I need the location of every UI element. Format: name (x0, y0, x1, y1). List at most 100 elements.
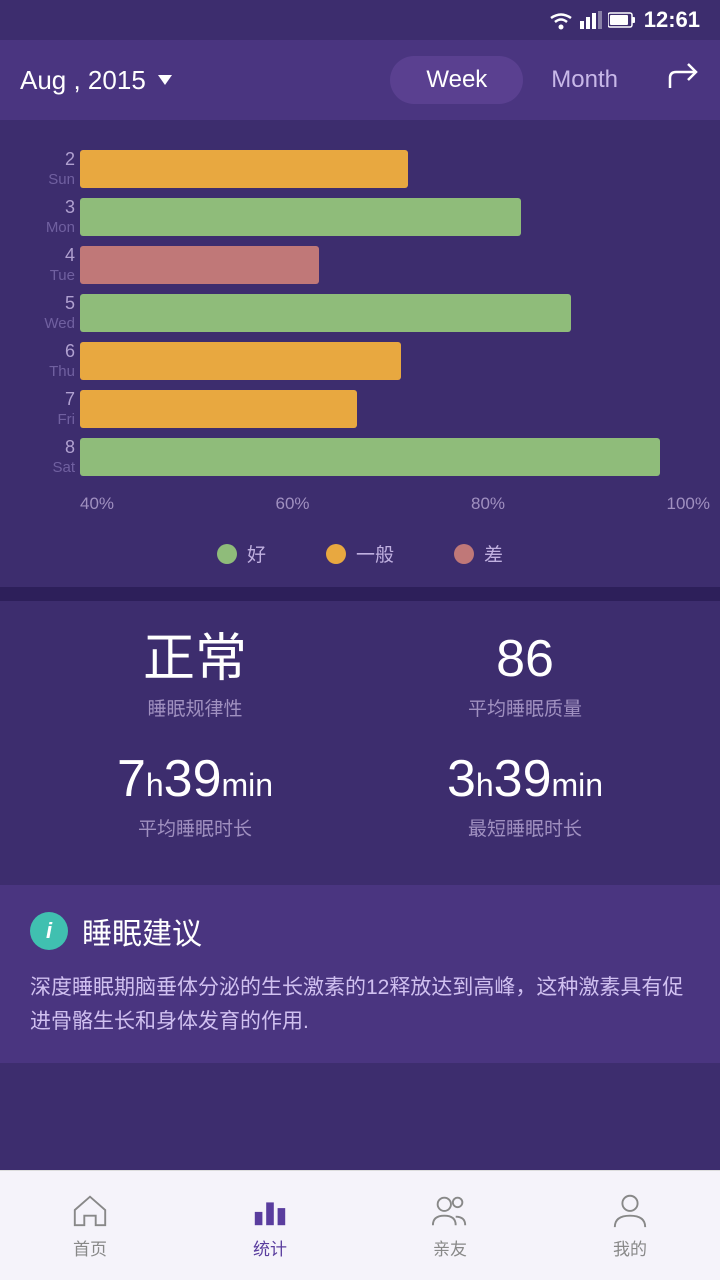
min-min-unit: min (552, 767, 604, 803)
stat-quality-value: 86 (370, 631, 680, 688)
status-time: 12:61 (644, 7, 700, 33)
bar-row-sun: 2 Sun (80, 150, 710, 188)
status-icons (548, 10, 636, 30)
nav-stats-label: 统计 (253, 1235, 287, 1260)
stats-section: 正常 睡眠规律性 86 平均睡眠质量 7h39min 平均睡眠时长 3h39mi… (0, 601, 720, 871)
nav-profile[interactable]: 我的 (540, 1191, 720, 1260)
x-axis: 40% 60% 80% 100% (80, 486, 710, 514)
min-h-unit: h (476, 767, 494, 803)
bottom-nav: 首页 统计 亲友 我的 (0, 1170, 720, 1280)
dropdown-arrow-icon[interactable] (158, 75, 172, 85)
x-label-100: 100% (667, 494, 710, 514)
bar-fill-tue (80, 246, 319, 284)
legend-bad: 差 (454, 540, 503, 567)
stat-min-duration-value: 3h39min (370, 751, 680, 808)
bar-label-thu: 6 Thu (5, 341, 75, 381)
bar-track-mon (80, 198, 710, 236)
avg-min-unit: min (222, 767, 274, 803)
stat-min-duration-label: 最短睡眠时长 (370, 814, 680, 841)
stat-quality: 86 平均睡眠质量 (370, 631, 680, 721)
info-icon: i (30, 912, 68, 950)
bar-label-tue: 4 Tue (5, 245, 75, 285)
chart-section: 2 Sun 3 Mon (0, 120, 720, 587)
chart-area: 2 Sun 3 Mon (0, 140, 720, 524)
bar-fill-sun (80, 150, 408, 188)
friends-icon (431, 1191, 469, 1229)
tab-group: Week Month (390, 56, 646, 104)
battery-icon (608, 12, 636, 28)
x-label-60: 60% (276, 494, 310, 514)
wifi-icon (548, 10, 574, 30)
bar-fill-mon (80, 198, 521, 236)
min-min: 39 (494, 750, 552, 808)
x-label-40: 40% (80, 494, 114, 514)
profile-icon (611, 1191, 649, 1229)
stat-avg-duration-value: 7h39min (40, 751, 350, 808)
min-h: 3 (447, 750, 476, 808)
stats-grid: 正常 睡眠规律性 86 平均睡眠质量 7h39min 平均睡眠时长 3h39mi… (40, 631, 680, 841)
legend-dot-good (217, 544, 237, 564)
bar-label-wed: 5 Wed (5, 293, 75, 333)
tab-month[interactable]: Month (523, 56, 646, 104)
avg-min: 39 (164, 750, 222, 808)
home-icon (71, 1191, 109, 1229)
bar-row-wed: 5 Wed (80, 294, 710, 332)
bar-row-sat: 8 Sat (80, 438, 710, 476)
nav-friends-label: 亲友 (433, 1235, 467, 1260)
bar-fill-wed (80, 294, 571, 332)
legend-dot-bad (454, 544, 474, 564)
advice-section: i 睡眠建议 深度睡眠期脑垂体分泌的生长激素的12释放达到高峰，这种激素具有促进… (0, 885, 720, 1062)
date-selector[interactable]: Aug , 2015 (20, 65, 390, 96)
bar-label-sat: 8 Sat (5, 437, 75, 477)
legend-label-ok: 一般 (356, 540, 394, 567)
bar-fill-thu (80, 342, 401, 380)
tab-week[interactable]: Week (390, 56, 523, 104)
share-icon[interactable] (666, 60, 700, 101)
bar-row-thu: 6 Thu (80, 342, 710, 380)
legend-ok: 一般 (326, 540, 394, 567)
bar-track-sun (80, 150, 710, 188)
legend-label-good: 好 (247, 540, 266, 567)
bar-track-thu (80, 342, 710, 380)
advice-title: 睡眠建议 (82, 909, 202, 953)
nav-stats[interactable]: 统计 (180, 1191, 360, 1260)
stat-regularity-label: 睡眠规律性 (40, 694, 350, 721)
nav-home[interactable]: 首页 (0, 1191, 180, 1260)
bar-row-tue: 4 Tue (80, 246, 710, 284)
legend-dot-ok (326, 544, 346, 564)
nav-friends[interactable]: 亲友 (360, 1191, 540, 1260)
x-label-80: 80% (471, 494, 505, 514)
bar-track-wed (80, 294, 710, 332)
legend-label-bad: 差 (484, 540, 503, 567)
bar-track-tue (80, 246, 710, 284)
avg-h-unit: h (146, 767, 164, 803)
bar-label-fri: 7 Fri (5, 389, 75, 429)
advice-text: 深度睡眠期脑垂体分泌的生长激素的12释放达到高峰，这种激素具有促进骨骼生长和身体… (30, 971, 690, 1038)
signal-icon (580, 11, 602, 29)
legend: 好 一般 差 (0, 524, 720, 577)
legend-good: 好 (217, 540, 266, 567)
bar-fill-fri (80, 390, 357, 428)
stat-avg-duration-label: 平均睡眠时长 (40, 814, 350, 841)
nav-profile-label: 我的 (613, 1235, 647, 1260)
chart-inner: 2 Sun 3 Mon (80, 150, 710, 514)
stat-min-duration: 3h39min 最短睡眠时长 (370, 751, 680, 841)
header: Aug , 2015 Week Month (0, 40, 720, 120)
bar-track-sat (80, 438, 710, 476)
date-text: Aug , 2015 (20, 65, 146, 96)
status-bar: 12:61 (0, 0, 720, 40)
bar-label-mon: 3 Mon (5, 197, 75, 237)
nav-home-label: 首页 (73, 1235, 107, 1260)
avg-h: 7 (117, 750, 146, 808)
bar-row-mon: 3 Mon (80, 198, 710, 236)
stats-icon (251, 1191, 289, 1229)
bar-row-fri: 7 Fri (80, 390, 710, 428)
stat-regularity: 正常 睡眠规律性 (40, 631, 350, 721)
stat-avg-duration: 7h39min 平均睡眠时长 (40, 751, 350, 841)
bar-label-sun: 2 Sun (5, 149, 75, 189)
stat-regularity-value: 正常 (40, 631, 350, 688)
advice-header: i 睡眠建议 (30, 909, 690, 953)
stat-quality-label: 平均睡眠质量 (370, 694, 680, 721)
bar-fill-sat (80, 438, 660, 476)
bar-track-fri (80, 390, 710, 428)
